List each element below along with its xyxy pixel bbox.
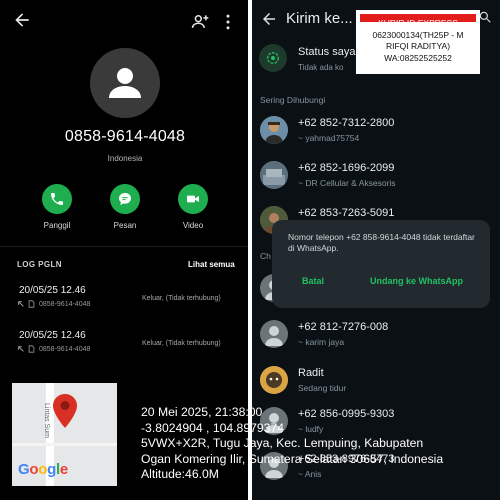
contact-row[interactable]: Radit Sedang tidur	[252, 362, 500, 402]
map-road	[12, 443, 117, 446]
share-title: Kirim ke...	[286, 10, 353, 27]
contact-subtitle: ~ yahmad75754	[298, 133, 360, 143]
geotag-altitude: Altitude:46.0M	[141, 467, 219, 482]
message-label: Pesan	[113, 221, 137, 230]
sticker-line-4: WA:08252525252	[384, 53, 452, 63]
video-button[interactable]: Video	[166, 184, 220, 230]
geotag-coordinates: -3.8024904 , 104.8979374	[141, 420, 284, 435]
contact-name: +62 852-7312-2800	[298, 117, 395, 129]
call-button[interactable]: Panggil	[30, 184, 84, 230]
call-log-title: LOG PGLN	[17, 260, 62, 269]
avatar	[260, 116, 288, 144]
message-icon	[119, 193, 131, 205]
call-log-status: Keluar, (Tidak terhubung)	[142, 295, 221, 302]
geotag-address-line-1: 5VWX+X2R, Tugu Jaya, Kec. Lempuing, Kabu…	[141, 436, 424, 451]
divider	[0, 246, 248, 247]
avatar	[260, 320, 288, 348]
sim-card-icon	[28, 300, 35, 308]
contact-subtitle: Sedang tidur	[298, 383, 347, 393]
geotag-address-line-2: Ogan Komering Ilir, Sumatera Selatan 306…	[141, 451, 444, 466]
contact-name: +62 852-1696-2099	[298, 162, 395, 174]
contact-avatar	[90, 48, 160, 118]
sticker-line-2: 0623000134(TH25P - M	[372, 30, 464, 40]
back-arrow-icon[interactable]	[12, 10, 32, 30]
call-label: Panggil	[43, 221, 71, 230]
call-log-datetime: 20/05/25 12.46	[19, 285, 86, 296]
status-icon	[267, 52, 279, 64]
other-contacts-header: Ch	[260, 251, 271, 261]
contact-subtitle: ~ karim jaya	[298, 337, 345, 347]
phone-icon	[51, 193, 63, 205]
contact-name: +62 812-7276-008	[298, 321, 389, 333]
invite-button[interactable]: Undang ke WhatsApp	[370, 276, 463, 286]
call-log-number: 0858-9614-4048	[39, 346, 91, 353]
contact-country: Indonesia	[107, 154, 143, 163]
contact-subtitle: ~ DR Cellular & Aksesoris	[298, 178, 396, 188]
contact-row[interactable]: +62 812-7276-008 ~ karim jaya	[252, 316, 500, 356]
frequent-header: Sering Dihubungi	[260, 95, 326, 105]
add-contact-icon[interactable]	[190, 12, 210, 32]
message-button[interactable]: Pesan	[98, 184, 152, 230]
map-thumbnail: Lintas Sum Google	[12, 383, 117, 486]
video-label: Video	[182, 221, 204, 230]
google-logo: Google	[18, 461, 68, 478]
call-log-item[interactable]: 20/05/25 12.46 0858-9614-4048 Keluar, (T…	[17, 330, 242, 360]
dialog-message: Nomor telepon +62 858-9614-4048 tidak te…	[288, 232, 475, 253]
cancel-button[interactable]: Batal	[302, 276, 324, 286]
avatar	[260, 366, 288, 394]
sticker-line-1: KURIR ID EXPRESS	[378, 18, 458, 28]
outgoing-call-icon	[18, 346, 24, 352]
geotag-datetime: 20 Mei 2025, 21:38:00	[141, 405, 263, 419]
avatar	[260, 161, 288, 189]
search-icon[interactable]	[478, 10, 492, 24]
contact-row[interactable]: +62 852-1696-2099 ~ DR Cellular & Akseso…	[252, 157, 500, 197]
default-avatar-icon	[265, 326, 283, 346]
geotag-overlay: 20 Mei 2025, 21:38:00 -3.8024904 , 104.8…	[141, 405, 496, 483]
call-log-datetime: 20/05/25 12.46	[19, 330, 86, 341]
call-log-status: Keluar, (Tidak terhubung)	[142, 340, 221, 347]
sim-card-icon	[28, 345, 35, 353]
call-log-item[interactable]: 20/05/25 12.46 0858-9614-4048 Keluar, (T…	[17, 285, 242, 315]
more-options-icon[interactable]	[222, 12, 234, 32]
call-log-number: 0858-9614-4048	[39, 301, 91, 308]
back-arrow-icon[interactable]	[260, 10, 278, 28]
status-title: Status saya	[298, 46, 356, 58]
video-icon	[187, 195, 199, 203]
see-all-link[interactable]: Lihat semua	[188, 260, 235, 269]
status-subtitle: Tidak ada ko	[298, 63, 344, 72]
person-icon	[109, 68, 141, 98]
contact-name: +62 853-7263-5091	[298, 207, 395, 219]
courier-sticker: KURIR ID EXPRESS 0623000134(TH25P - M RI…	[356, 10, 480, 74]
contact-phone-number: 0858-9614-4048	[64, 128, 186, 145]
map-street-label: Lintas Sum	[43, 403, 50, 439]
contact-row[interactable]: +62 852-7312-2800 ~ yahmad75754	[252, 112, 500, 152]
map-pin-icon	[53, 394, 77, 428]
not-registered-dialog: Nomor telepon +62 858-9614-4048 tidak te…	[272, 220, 490, 308]
outgoing-call-icon	[18, 301, 24, 307]
contact-name: Radit	[298, 367, 324, 379]
sticker-line-3: RIFQI RADITYA)	[385, 41, 451, 51]
